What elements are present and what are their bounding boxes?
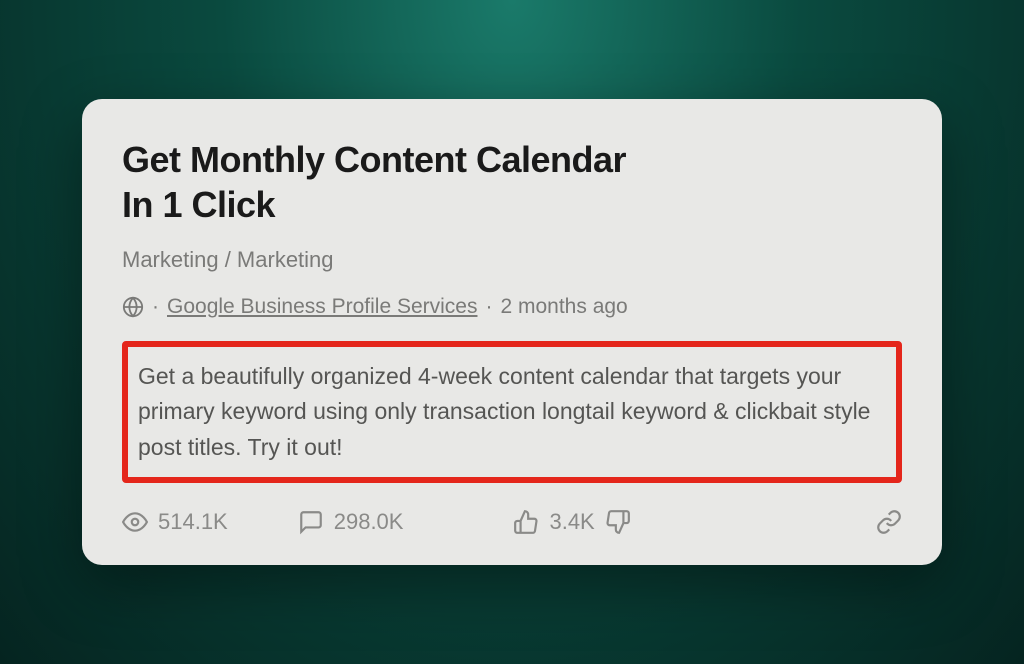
title-line-1: Get Monthly Content Calendar	[122, 139, 626, 180]
category-breadcrumb[interactable]: Marketing / Marketing	[122, 247, 902, 273]
globe-icon	[122, 296, 144, 318]
author-link[interactable]: Google Business Profile Services	[167, 295, 477, 319]
card-title: Get Monthly Content Calendar In 1 Click	[122, 137, 902, 227]
comments-stat[interactable]: 298.0K	[298, 509, 404, 535]
thumbs-down-icon	[605, 509, 631, 535]
separator-dot: ·	[152, 295, 159, 319]
separator-dot: ·	[485, 295, 492, 319]
dislike-button[interactable]	[605, 509, 631, 535]
comments-count: 298.0K	[334, 509, 404, 535]
share-button[interactable]	[876, 509, 902, 535]
title-line-2: In 1 Click	[122, 184, 275, 225]
content-card: Get Monthly Content Calendar In 1 Click …	[82, 99, 942, 566]
comment-icon	[298, 509, 324, 535]
likes-count: 3.4K	[549, 509, 594, 535]
views-stat[interactable]: 514.1K	[122, 509, 228, 535]
description-highlight-box: Get a beautifully organized 4-week conte…	[122, 341, 902, 484]
link-icon	[876, 509, 902, 535]
views-count: 514.1K	[158, 509, 228, 535]
eye-icon	[122, 509, 148, 535]
thumbs-up-icon	[513, 509, 539, 535]
meta-row: · Google Business Profile Services · 2 m…	[122, 295, 902, 319]
stats-row: 514.1K 298.0K 3.4K	[122, 509, 902, 535]
timestamp: 2 months ago	[500, 295, 627, 319]
likes-stat[interactable]: 3.4K	[513, 509, 594, 535]
card-description: Get a beautifully organized 4-week conte…	[138, 359, 886, 466]
